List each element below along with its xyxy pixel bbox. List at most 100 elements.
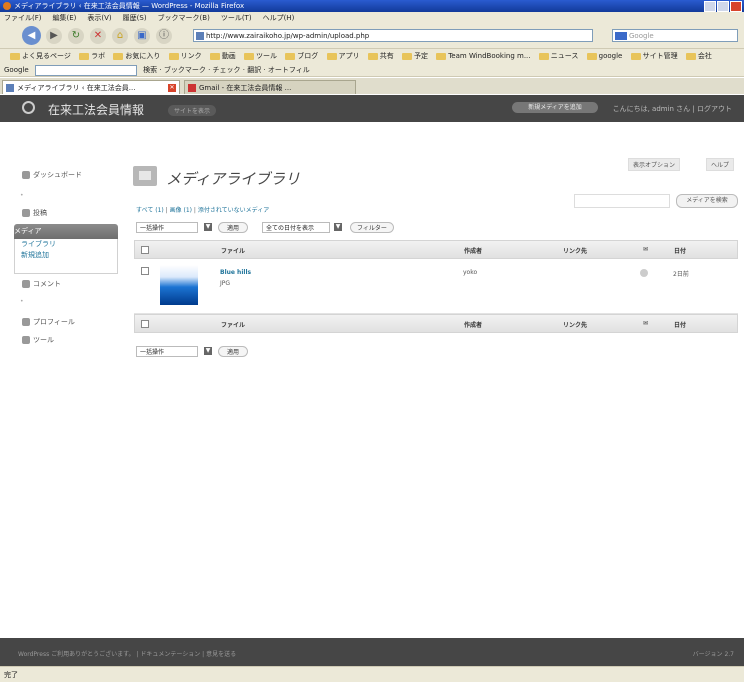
apply-button[interactable]: 適用 bbox=[218, 222, 248, 233]
select-all-checkbox[interactable] bbox=[141, 246, 149, 254]
google-tool[interactable]: チェック bbox=[213, 66, 241, 74]
close-icon[interactable] bbox=[730, 1, 742, 12]
bookmark-item[interactable]: 予定 bbox=[414, 52, 428, 60]
folder-icon bbox=[10, 52, 20, 60]
menu-view[interactable]: 表示(V) bbox=[87, 12, 111, 24]
search-media-button[interactable]: メディアを検索 bbox=[676, 194, 738, 208]
bookmark-item[interactable]: 会社 bbox=[698, 52, 712, 60]
tab-close-icon[interactable]: ✕ bbox=[168, 84, 176, 92]
screen-options-button[interactable]: 表示オプション bbox=[627, 158, 680, 171]
back-icon[interactable]: ◀ bbox=[22, 26, 41, 45]
sidebar-item-dashboard[interactable]: ダッシュボード bbox=[14, 168, 118, 182]
stop-icon[interactable]: ✕ bbox=[90, 28, 106, 44]
search-input[interactable]: Google bbox=[612, 29, 738, 42]
comment-count-icon[interactable] bbox=[640, 269, 648, 277]
wp-footer: WordPress ご利用ありがとうございます。 | ドキュメンテーション | … bbox=[0, 638, 744, 666]
column-date[interactable]: 日付 bbox=[674, 246, 686, 255]
sidebar-separator: • bbox=[20, 192, 24, 199]
bookmark-item[interactable]: google bbox=[599, 52, 623, 60]
bookmark-item[interactable]: サイト管理 bbox=[643, 52, 678, 60]
filter-image[interactable]: 画像 (1) bbox=[170, 207, 192, 214]
folder-icon bbox=[79, 52, 90, 60]
sidebar-item-tools[interactable]: ツール bbox=[14, 333, 118, 347]
google-tool[interactable]: 検索 bbox=[143, 66, 157, 74]
menu-file[interactable]: ファイル(F) bbox=[4, 12, 42, 24]
column-file[interactable]: ファイル bbox=[221, 246, 245, 255]
row-checkbox[interactable] bbox=[141, 267, 149, 275]
bookmark-item[interactable]: ラボ bbox=[91, 52, 105, 60]
user-greeting[interactable]: こんにちは, admin さん | ログアウト bbox=[613, 104, 732, 114]
forward-icon[interactable]: ▶ bbox=[46, 28, 62, 44]
bookmark-item[interactable]: 動画 bbox=[222, 52, 236, 60]
filter-all[interactable]: すべて (1) bbox=[136, 207, 164, 214]
filter-button[interactable]: フィルター bbox=[350, 222, 394, 233]
menu-edit[interactable]: 編集(E) bbox=[53, 12, 77, 24]
column-file[interactable]: ファイル bbox=[221, 320, 245, 329]
bookmark-item[interactable]: よく見るページ bbox=[22, 52, 71, 60]
google-tool[interactable]: オートフィル bbox=[268, 66, 310, 74]
footer-version: バージョン 2.7 bbox=[692, 651, 734, 658]
page-icon[interactable]: ▣ bbox=[134, 28, 150, 44]
tab-gmail[interactable]: Gmail - 在来工法会員情報 ... bbox=[184, 80, 356, 94]
menu-bookmarks[interactable]: ブックマーク(B) bbox=[158, 12, 210, 24]
bookmark-item[interactable]: ツール bbox=[256, 52, 277, 60]
search-media-input[interactable] bbox=[574, 194, 670, 208]
chevron-down-icon[interactable]: ▼ bbox=[204, 347, 212, 355]
column-attached: リンク先 bbox=[563, 248, 588, 255]
folder-icon bbox=[209, 52, 220, 60]
menu-tools[interactable]: ツール(T) bbox=[221, 12, 252, 24]
maximize-icon[interactable] bbox=[717, 1, 729, 12]
home-icon[interactable]: ⌂ bbox=[112, 28, 128, 44]
visit-site-button[interactable]: サイトを表示 bbox=[168, 105, 217, 116]
site-title[interactable]: 在来工法会員情報 bbox=[48, 101, 144, 118]
tab-media-library[interactable]: メディアライブラリ ‹ 在来工法会員... ✕ bbox=[2, 80, 180, 94]
window-title: メディアライブラリ ‹ 在来工法会員情報 — WordPress - Mozil… bbox=[14, 2, 245, 10]
sidebar-item-posts[interactable]: 投稿 bbox=[14, 206, 118, 220]
folder-icon bbox=[401, 52, 412, 60]
footer-links[interactable]: WordPress ご利用ありがとうございます。 | ドキュメンテーション | … bbox=[18, 649, 236, 658]
folder-icon bbox=[685, 52, 696, 60]
folder-icon bbox=[113, 52, 124, 60]
bulk-action-select[interactable]: 一括操作 bbox=[136, 222, 198, 233]
google-tool[interactable]: ブックマーク bbox=[164, 66, 206, 74]
bookmark-item[interactable]: リンク bbox=[181, 52, 202, 60]
sidebar-item-comments[interactable]: コメント bbox=[14, 277, 118, 291]
info-icon[interactable]: ⓘ bbox=[156, 28, 172, 44]
bookmark-item[interactable]: お気に入り bbox=[125, 52, 160, 60]
menu-help[interactable]: ヘルプ(H) bbox=[263, 12, 295, 24]
select-all-checkbox[interactable] bbox=[141, 320, 149, 328]
chevron-down-icon[interactable]: ▼ bbox=[204, 223, 212, 231]
submenu-add-new[interactable]: 新規追加 bbox=[15, 250, 117, 261]
sidebar-item-media[interactable]: メディア bbox=[14, 224, 118, 239]
media-thumbnail[interactable] bbox=[160, 265, 198, 305]
table-header: ファイル 作成者 リンク先 ✉ 日付 bbox=[134, 240, 738, 259]
bulk-action-select-bottom[interactable]: 一括操作 bbox=[136, 346, 198, 357]
submenu-library[interactable]: ライブラリ bbox=[15, 239, 117, 250]
sidebar-separator: • bbox=[20, 298, 24, 305]
bookmark-item[interactable]: アプリ bbox=[339, 52, 360, 60]
filter-unattached[interactable]: 添付されていないメディア bbox=[198, 207, 269, 214]
google-label: Google bbox=[4, 66, 29, 74]
sidebar-item-profile[interactable]: プロフィール bbox=[14, 315, 118, 329]
url-bar[interactable]: http://www.zairaikoho.jp/wp-admin/upload… bbox=[193, 29, 593, 42]
window-titlebar: メディアライブラリ ‹ 在来工法会員情報 — WordPress - Mozil… bbox=[0, 0, 744, 12]
google-search-input[interactable] bbox=[34, 64, 137, 76]
tab-label: メディアライブラリ ‹ 在来工法会員... bbox=[17, 84, 136, 92]
bookmark-item[interactable]: ニュース bbox=[551, 52, 579, 60]
help-button[interactable]: ヘルプ bbox=[705, 158, 734, 171]
favorite-actions-button[interactable]: 新規メディアを追加 bbox=[512, 102, 598, 113]
media-page-icon bbox=[133, 166, 157, 186]
bookmark-item[interactable]: 共有 bbox=[380, 52, 394, 60]
chevron-down-icon[interactable]: ▼ bbox=[334, 223, 342, 231]
posts-icon bbox=[22, 209, 30, 217]
reload-icon[interactable]: ↻ bbox=[68, 28, 84, 44]
column-date[interactable]: 日付 bbox=[674, 320, 686, 329]
google-tool[interactable]: 翻訳 bbox=[247, 66, 261, 74]
media-title-link[interactable]: Blue hills bbox=[220, 269, 251, 276]
bookmark-item[interactable]: ブログ bbox=[297, 52, 318, 60]
minimize-icon[interactable] bbox=[704, 1, 716, 12]
menu-history[interactable]: 履歴(S) bbox=[123, 12, 147, 24]
date-filter-select[interactable]: 全ての日付を表示 bbox=[262, 222, 330, 233]
bookmark-item[interactable]: Team WindBooking m... bbox=[448, 52, 530, 60]
apply-button-bottom[interactable]: 適用 bbox=[218, 346, 248, 357]
